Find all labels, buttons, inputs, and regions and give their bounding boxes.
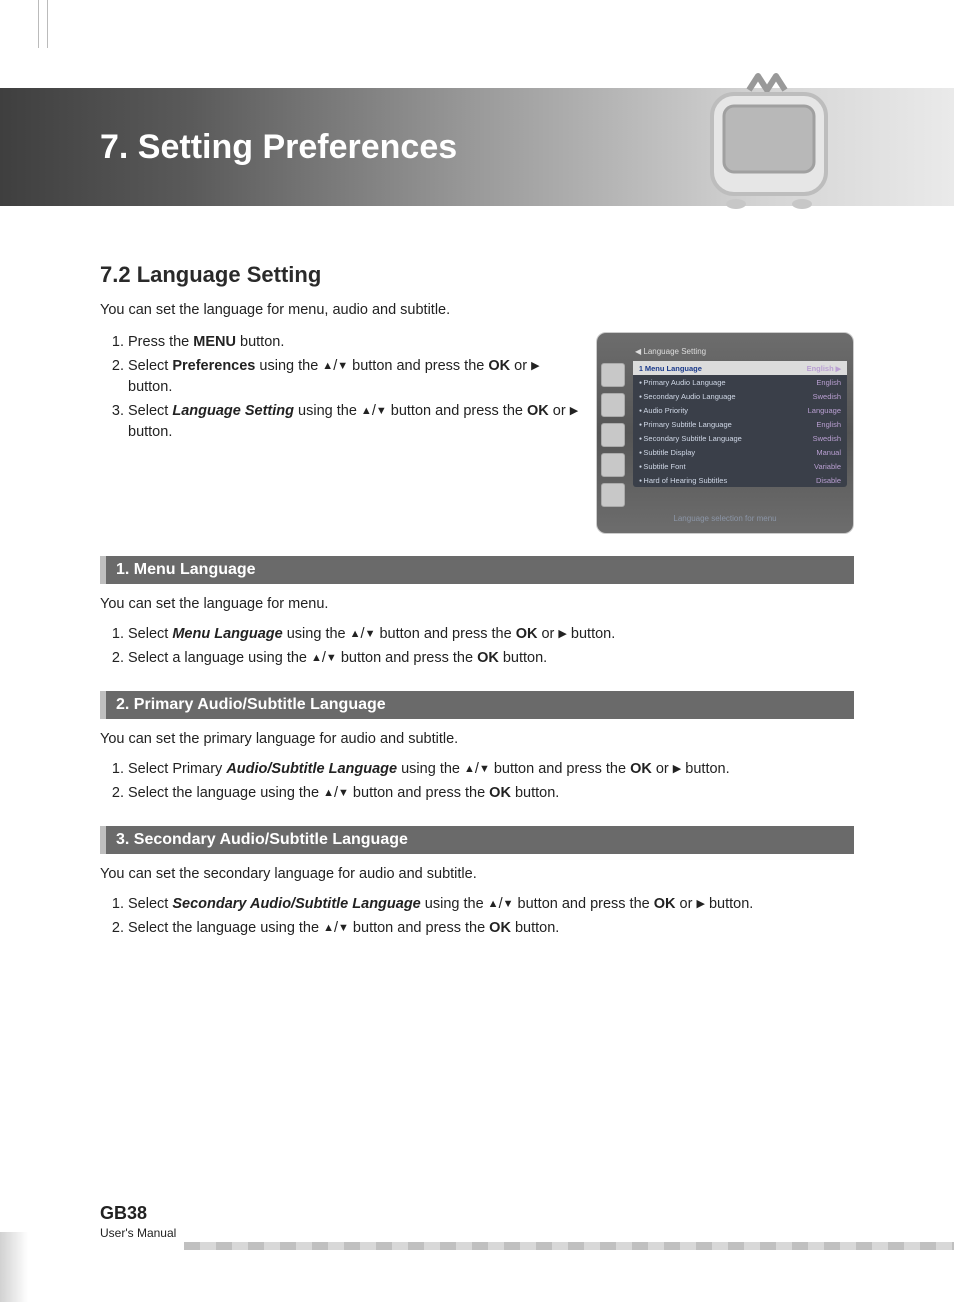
subsection-3-steps: Select Secondary Audio/Subtitle Language… bbox=[100, 894, 854, 939]
list-item: Select a language using the ▲/▼ button a… bbox=[128, 648, 854, 669]
list-item: Select Menu Language using the ▲/▼ butto… bbox=[128, 624, 854, 645]
section-heading: 7.2 Language Setting bbox=[100, 262, 854, 288]
right-icon: ▶ bbox=[696, 897, 704, 913]
right-icon: ▶ bbox=[570, 404, 578, 420]
list-item: Select the language using the ▲/▼ button… bbox=[128, 783, 854, 804]
list-item: Select Secondary Audio/Subtitle Language… bbox=[128, 894, 854, 915]
up-icon: ▲ bbox=[311, 651, 322, 667]
down-icon: ▼ bbox=[503, 897, 514, 913]
down-icon: ▼ bbox=[326, 651, 337, 667]
step-3: Select Language Setting using the ▲/▼ bu… bbox=[128, 401, 582, 443]
osd-row: Audio PriorityLanguage bbox=[633, 403, 847, 417]
up-icon: ▲ bbox=[322, 359, 333, 375]
up-icon: ▲ bbox=[488, 897, 499, 913]
osd-sidebar-icons bbox=[601, 363, 625, 507]
subsection-bar-1: 1. Menu Language bbox=[100, 556, 854, 584]
subsection-1-steps: Select Menu Language using the ▲/▼ butto… bbox=[100, 624, 854, 669]
subsection-2-text: You can set the primary language for aud… bbox=[100, 731, 854, 747]
down-icon: ▼ bbox=[376, 404, 387, 420]
page-footer: GB38 User's Manual bbox=[100, 1203, 954, 1242]
right-icon: ▶ bbox=[558, 627, 566, 643]
chapter-title: 7. Setting Preferences bbox=[100, 128, 457, 167]
down-icon: ▼ bbox=[338, 786, 349, 802]
osd-screenshot: ◀ Language Setting Menu LanguageEnglish … bbox=[596, 332, 854, 534]
osd-help-text: Language selection for menu bbox=[597, 514, 853, 523]
up-icon: ▲ bbox=[464, 762, 475, 778]
list-item: Select Primary Audio/Subtitle Language u… bbox=[128, 759, 854, 780]
right-icon: ▶ bbox=[673, 762, 681, 778]
osd-row: Primary Audio LanguageEnglish bbox=[633, 375, 847, 389]
osd-row: Primary Subtitle LanguageEnglish bbox=[633, 417, 847, 431]
footer-stripe bbox=[184, 1242, 954, 1250]
intro-steps: Press the MENU button. Select Preference… bbox=[100, 332, 582, 443]
chapter-header: 7. Setting Preferences bbox=[0, 88, 954, 206]
list-item: Select the language using the ▲/▼ button… bbox=[128, 918, 854, 939]
down-icon: ▼ bbox=[337, 359, 348, 375]
down-icon: ▼ bbox=[365, 627, 376, 643]
section-intro: You can set the language for menu, audio… bbox=[100, 302, 854, 318]
subsection-2-steps: Select Primary Audio/Subtitle Language u… bbox=[100, 759, 854, 804]
up-icon: ▲ bbox=[350, 627, 361, 643]
subsection-bar-2: 2. Primary Audio/Subtitle Language bbox=[100, 691, 854, 719]
up-icon: ▲ bbox=[361, 404, 372, 420]
subsection-1-text: You can set the language for menu. bbox=[100, 596, 854, 612]
page-number: GB38 bbox=[100, 1203, 954, 1224]
osd-row: Secondary Subtitle LanguageSwedish bbox=[633, 431, 847, 445]
down-icon: ▼ bbox=[338, 921, 349, 937]
tv-icon bbox=[694, 64, 844, 224]
page-tab-edge bbox=[38, 0, 48, 48]
osd-row: Subtitle FontVariable bbox=[633, 459, 847, 473]
right-icon: ▶ bbox=[531, 359, 539, 375]
osd-row-selected: Menu LanguageEnglish bbox=[633, 361, 847, 375]
step-2: Select Preferences using the ▲/▼ button … bbox=[128, 356, 582, 398]
osd-panel: Menu LanguageEnglish Primary Audio Langu… bbox=[633, 361, 847, 487]
page-shadow bbox=[0, 1232, 28, 1302]
down-icon: ▼ bbox=[479, 762, 490, 778]
up-icon: ▲ bbox=[323, 921, 334, 937]
osd-row: Secondary Audio LanguageSwedish bbox=[633, 389, 847, 403]
page-content: 7.2 Language Setting You can set the lan… bbox=[100, 262, 854, 942]
subsection-bar-3: 3. Secondary Audio/Subtitle Language bbox=[100, 826, 854, 854]
osd-row: Subtitle DisplayManual bbox=[633, 445, 847, 459]
subsection-3-text: You can set the secondary language for a… bbox=[100, 866, 854, 882]
manual-label: User's Manual bbox=[100, 1226, 176, 1240]
osd-breadcrumb: ◀ Language Setting bbox=[635, 347, 706, 356]
step-1: Press the MENU button. bbox=[128, 332, 582, 353]
up-icon: ▲ bbox=[323, 786, 334, 802]
osd-row: Hard of Hearing SubtitlesDisable bbox=[633, 473, 847, 487]
